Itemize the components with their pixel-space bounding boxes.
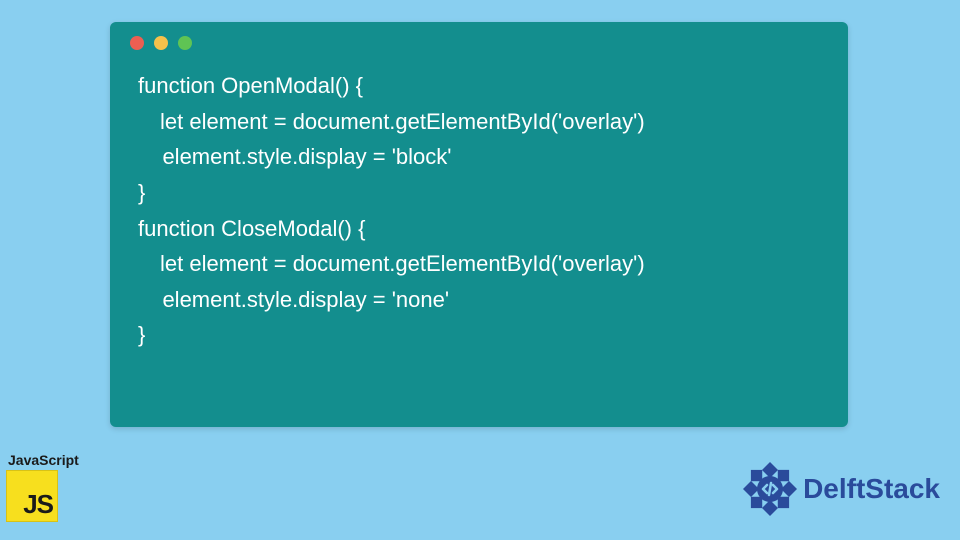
- code-line: }: [138, 322, 145, 347]
- javascript-badge: JavaScript JS: [6, 452, 79, 522]
- javascript-logo-text: JS: [23, 489, 53, 520]
- maximize-icon: [178, 36, 192, 50]
- code-line: function OpenModal() {: [138, 73, 363, 98]
- code-line: }: [138, 180, 145, 205]
- code-window: function OpenModal() { let element = doc…: [110, 22, 848, 427]
- delftstack-badge: DelftStack: [741, 460, 940, 518]
- code-line: function CloseModal() {: [138, 216, 365, 241]
- javascript-logo-icon: JS: [6, 470, 58, 522]
- code-line: let element = document.getElementById('o…: [138, 251, 645, 276]
- window-traffic-lights: [128, 36, 830, 50]
- delftstack-text: DelftStack: [803, 473, 940, 505]
- code-line: element.style.display = 'block': [138, 144, 452, 169]
- close-icon: [130, 36, 144, 50]
- code-line: let element = document.getElementById('o…: [138, 109, 645, 134]
- code-line: element.style.display = 'none': [138, 287, 449, 312]
- code-block: function OpenModal() { let element = doc…: [128, 68, 830, 353]
- delftstack-logo-icon: [741, 460, 799, 518]
- javascript-label: JavaScript: [8, 452, 79, 468]
- minimize-icon: [154, 36, 168, 50]
